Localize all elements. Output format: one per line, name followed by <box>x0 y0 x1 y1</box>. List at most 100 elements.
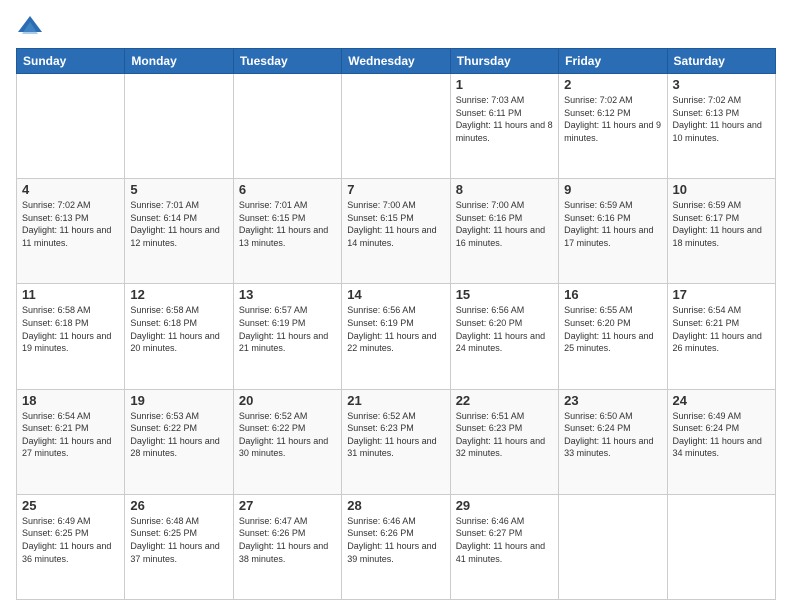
day-info: Sunrise: 6:54 AM Sunset: 6:21 PM Dayligh… <box>22 410 119 460</box>
day-number: 2 <box>564 77 661 92</box>
calendar-page: SundayMondayTuesdayWednesdayThursdayFrid… <box>0 0 792 612</box>
day-info: Sunrise: 6:49 AM Sunset: 6:24 PM Dayligh… <box>673 410 770 460</box>
calendar-cell <box>125 74 233 179</box>
day-info: Sunrise: 6:47 AM Sunset: 6:26 PM Dayligh… <box>239 515 336 565</box>
day-number: 26 <box>130 498 227 513</box>
day-number: 6 <box>239 182 336 197</box>
day-info: Sunrise: 7:00 AM Sunset: 6:15 PM Dayligh… <box>347 199 444 249</box>
day-info: Sunrise: 6:54 AM Sunset: 6:21 PM Dayligh… <box>673 304 770 354</box>
day-info: Sunrise: 6:53 AM Sunset: 6:22 PM Dayligh… <box>130 410 227 460</box>
day-info: Sunrise: 6:46 AM Sunset: 6:26 PM Dayligh… <box>347 515 444 565</box>
day-info: Sunrise: 7:01 AM Sunset: 6:14 PM Dayligh… <box>130 199 227 249</box>
day-number: 3 <box>673 77 770 92</box>
day-number: 1 <box>456 77 553 92</box>
calendar-cell: 2 Sunrise: 7:02 AM Sunset: 6:12 PM Daylig… <box>559 74 667 179</box>
day-info: Sunrise: 6:59 AM Sunset: 6:16 PM Dayligh… <box>564 199 661 249</box>
header-day-monday: Monday <box>125 49 233 74</box>
calendar-cell: 5 Sunrise: 7:01 AM Sunset: 6:14 PM Daylig… <box>125 179 233 284</box>
calendar-cell: 27 Sunrise: 6:47 AM Sunset: 6:26 PM Dayli… <box>233 494 341 599</box>
calendar-cell: 14 Sunrise: 6:56 AM Sunset: 6:19 PM Dayli… <box>342 284 450 389</box>
header-day-tuesday: Tuesday <box>233 49 341 74</box>
calendar-cell: 24 Sunrise: 6:49 AM Sunset: 6:24 PM Dayli… <box>667 389 775 494</box>
day-info: Sunrise: 6:56 AM Sunset: 6:20 PM Dayligh… <box>456 304 553 354</box>
calendar-cell <box>559 494 667 599</box>
day-number: 20 <box>239 393 336 408</box>
day-info: Sunrise: 7:01 AM Sunset: 6:15 PM Dayligh… <box>239 199 336 249</box>
day-number: 22 <box>456 393 553 408</box>
day-info: Sunrise: 6:52 AM Sunset: 6:23 PM Dayligh… <box>347 410 444 460</box>
day-info: Sunrise: 7:02 AM Sunset: 6:13 PM Dayligh… <box>22 199 119 249</box>
calendar-cell: 1 Sunrise: 7:03 AM Sunset: 6:11 PM Daylig… <box>450 74 558 179</box>
day-info: Sunrise: 7:00 AM Sunset: 6:16 PM Dayligh… <box>456 199 553 249</box>
day-number: 29 <box>456 498 553 513</box>
calendar-cell: 13Sunrise: 6:57 AM Sunset: 6:19 PM Dayli… <box>233 284 341 389</box>
day-info: Sunrise: 6:50 AM Sunset: 6:24 PM Dayligh… <box>564 410 661 460</box>
calendar-table: SundayMondayTuesdayWednesdayThursdayFrid… <box>16 48 776 600</box>
week-row-0: 1 Sunrise: 7:03 AM Sunset: 6:11 PM Daylig… <box>17 74 776 179</box>
day-number: 10 <box>673 182 770 197</box>
day-info: Sunrise: 6:55 AM Sunset: 6:20 PM Dayligh… <box>564 304 661 354</box>
day-info: Sunrise: 7:03 AM Sunset: 6:11 PM Dayligh… <box>456 94 553 144</box>
logo-icon <box>16 12 44 40</box>
calendar-cell <box>233 74 341 179</box>
day-number: 18 <box>22 393 119 408</box>
calendar-cell: 3Sunrise: 7:02 AM Sunset: 6:13 PM Daylig… <box>667 74 775 179</box>
calendar-cell <box>342 74 450 179</box>
day-number: 12 <box>130 287 227 302</box>
calendar-cell: 18 Sunrise: 6:54 AM Sunset: 6:21 PM Dayli… <box>17 389 125 494</box>
header-day-saturday: Saturday <box>667 49 775 74</box>
day-info: Sunrise: 6:58 AM Sunset: 6:18 PM Dayligh… <box>130 304 227 354</box>
day-number: 15 <box>456 287 553 302</box>
day-number: 7 <box>347 182 444 197</box>
week-row-3: 18 Sunrise: 6:54 AM Sunset: 6:21 PM Dayli… <box>17 389 776 494</box>
calendar-cell: 12 Sunrise: 6:58 AM Sunset: 6:18 PM Dayli… <box>125 284 233 389</box>
calendar-cell: 25 Sunrise: 6:49 AM Sunset: 6:25 PM Dayli… <box>17 494 125 599</box>
header-day-friday: Friday <box>559 49 667 74</box>
day-number: 8 <box>456 182 553 197</box>
day-number: 27 <box>239 498 336 513</box>
day-info: Sunrise: 7:02 AM Sunset: 6:12 PM Dayligh… <box>564 94 661 144</box>
day-info: Sunrise: 6:56 AM Sunset: 6:19 PM Dayligh… <box>347 304 444 354</box>
day-info: Sunrise: 6:46 AM Sunset: 6:27 PM Dayligh… <box>456 515 553 565</box>
day-number: 25 <box>22 498 119 513</box>
day-number: 14 <box>347 287 444 302</box>
day-info: Sunrise: 6:49 AM Sunset: 6:25 PM Dayligh… <box>22 515 119 565</box>
calendar-cell: 8 Sunrise: 7:00 AM Sunset: 6:16 PM Daylig… <box>450 179 558 284</box>
calendar-cell: 11 Sunrise: 6:58 AM Sunset: 6:18 PM Dayli… <box>17 284 125 389</box>
calendar-cell: 23 Sunrise: 6:50 AM Sunset: 6:24 PM Dayli… <box>559 389 667 494</box>
day-number: 17 <box>673 287 770 302</box>
day-number: 21 <box>347 393 444 408</box>
day-info: Sunrise: 6:57 AM Sunset: 6:19 PM Dayligh… <box>239 304 336 354</box>
header-day-thursday: Thursday <box>450 49 558 74</box>
header-day-sunday: Sunday <box>17 49 125 74</box>
header-day-wednesday: Wednesday <box>342 49 450 74</box>
day-number: 24 <box>673 393 770 408</box>
calendar-cell: 15 Sunrise: 6:56 AM Sunset: 6:20 PM Dayli… <box>450 284 558 389</box>
header-row: SundayMondayTuesdayWednesdayThursdayFrid… <box>17 49 776 74</box>
calendar-cell: 26 Sunrise: 6:48 AM Sunset: 6:25 PM Dayli… <box>125 494 233 599</box>
day-number: 11 <box>22 287 119 302</box>
calendar-cell <box>667 494 775 599</box>
calendar-cell: 10Sunrise: 6:59 AM Sunset: 6:17 PM Dayli… <box>667 179 775 284</box>
logo <box>16 12 48 40</box>
header <box>16 12 776 40</box>
day-number: 23 <box>564 393 661 408</box>
week-row-4: 25 Sunrise: 6:49 AM Sunset: 6:25 PM Dayli… <box>17 494 776 599</box>
calendar-cell: 21 Sunrise: 6:52 AM Sunset: 6:23 PM Dayli… <box>342 389 450 494</box>
calendar-cell: 6 Sunrise: 7:01 AM Sunset: 6:15 PM Daylig… <box>233 179 341 284</box>
day-number: 28 <box>347 498 444 513</box>
calendar-cell: 17 Sunrise: 6:54 AM Sunset: 6:21 PM Dayli… <box>667 284 775 389</box>
day-number: 16 <box>564 287 661 302</box>
day-number: 5 <box>130 182 227 197</box>
day-number: 9 <box>564 182 661 197</box>
calendar-cell: 20 Sunrise: 6:52 AM Sunset: 6:22 PM Dayli… <box>233 389 341 494</box>
day-number: 4 <box>22 182 119 197</box>
calendar-cell: 9 Sunrise: 6:59 AM Sunset: 6:16 PM Daylig… <box>559 179 667 284</box>
calendar-cell <box>17 74 125 179</box>
calendar-cell: 19 Sunrise: 6:53 AM Sunset: 6:22 PM Dayli… <box>125 389 233 494</box>
week-row-2: 11 Sunrise: 6:58 AM Sunset: 6:18 PM Dayli… <box>17 284 776 389</box>
day-info: Sunrise: 6:48 AM Sunset: 6:25 PM Dayligh… <box>130 515 227 565</box>
day-info: Sunrise: 6:58 AM Sunset: 6:18 PM Dayligh… <box>22 304 119 354</box>
day-number: 19 <box>130 393 227 408</box>
day-info: Sunrise: 6:52 AM Sunset: 6:22 PM Dayligh… <box>239 410 336 460</box>
